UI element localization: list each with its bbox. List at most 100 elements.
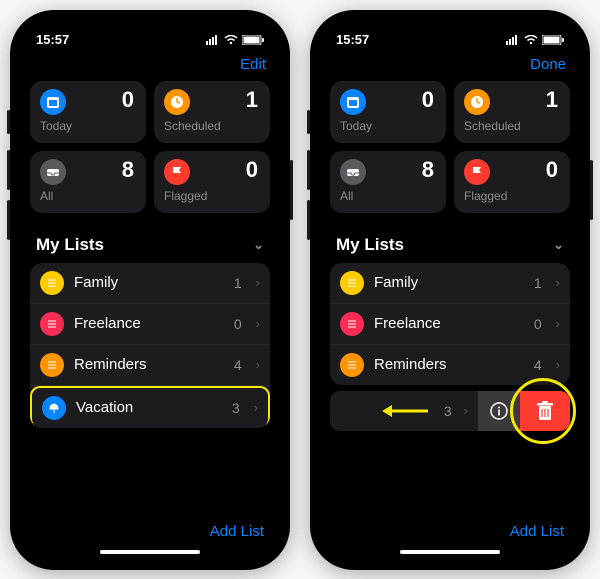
summary-today[interactable]: 0 Today: [330, 81, 446, 143]
chevron-right-icon: ›: [556, 357, 560, 372]
chevron-right-icon: ›: [254, 400, 258, 415]
list-item-count: 1: [234, 275, 242, 291]
flagged-count: 0: [546, 157, 558, 183]
list-item-vacation[interactable]: Vacation 3 ›: [30, 386, 270, 428]
list-bullet-icon: [340, 312, 364, 336]
list-item-count: 4: [534, 357, 542, 373]
inbox-icon: [340, 159, 366, 185]
arrow-left-icon: [382, 403, 430, 419]
list-item-count: 0: [234, 316, 242, 332]
flagged-label: Flagged: [164, 189, 260, 203]
list-bullet-icon: [40, 271, 64, 295]
list-item-label: Freelance: [374, 315, 524, 332]
phone-right: 15:57 Done 0 Today: [310, 10, 590, 570]
battery-icon: [242, 35, 264, 45]
section-title: My Lists: [36, 235, 104, 255]
vol-up: [7, 150, 10, 190]
list-item-freelance[interactable]: Freelance 0 ›: [30, 304, 270, 345]
inbox-icon: [40, 159, 66, 185]
list-item-label: Family: [374, 274, 524, 291]
list-item-count: 4: [234, 357, 242, 373]
flag-icon: [164, 159, 190, 185]
notch: [390, 20, 510, 42]
chevron-down-icon: ⌄: [553, 237, 564, 253]
list-bullet-icon: [340, 353, 364, 377]
vol-down: [7, 200, 10, 240]
list-item-label: Reminders: [374, 356, 524, 373]
my-lists-header[interactable]: My Lists ⌄: [30, 231, 270, 263]
vol-up: [307, 150, 310, 190]
list-item-label: Vacation: [76, 399, 222, 416]
edit-button[interactable]: Edit: [240, 56, 266, 73]
scheduled-label: Scheduled: [464, 119, 560, 133]
signal-icon: [206, 35, 220, 45]
calendar-icon: [40, 89, 66, 115]
summary-flagged[interactable]: 0 Flagged: [154, 151, 270, 213]
my-lists-header[interactable]: My Lists ⌄: [330, 231, 570, 263]
flagged-count: 0: [246, 157, 258, 183]
summary-flagged[interactable]: 0 Flagged: [454, 151, 570, 213]
umbrella-icon: [42, 396, 66, 420]
chevron-down-icon: ⌄: [253, 237, 264, 253]
clock-icon: [464, 89, 490, 115]
mute-switch: [307, 110, 310, 134]
add-list-button[interactable]: Add List: [510, 523, 564, 540]
list-item-label: Reminders: [74, 356, 224, 373]
notch: [90, 20, 210, 42]
section-title: My Lists: [336, 235, 404, 255]
all-label: All: [40, 189, 136, 203]
list-item-count: 0: [534, 316, 542, 332]
all-count: 8: [422, 157, 434, 183]
wifi-icon: [224, 35, 238, 45]
list-item-count: 3: [444, 403, 452, 419]
done-button[interactable]: Done: [530, 56, 566, 73]
phone-left: 15:57 Edit 0 Today: [10, 10, 290, 570]
add-list-button[interactable]: Add List: [210, 523, 264, 540]
chevron-right-icon: ›: [556, 275, 560, 290]
list-item-reminders[interactable]: Reminders 4 ›: [330, 345, 570, 385]
list-item-count: 3: [232, 400, 240, 416]
delete-button[interactable]: [520, 391, 570, 431]
summary-scheduled[interactable]: 1 Scheduled: [454, 81, 570, 143]
info-button[interactable]: [478, 391, 520, 431]
battery-icon: [542, 35, 564, 45]
summary-scheduled[interactable]: 1 Scheduled: [154, 81, 270, 143]
today-label: Today: [340, 119, 436, 133]
power-button: [290, 160, 293, 220]
list-bullet-icon: [40, 353, 64, 377]
chevron-right-icon: ›: [556, 316, 560, 331]
home-indicator[interactable]: [400, 550, 500, 554]
power-button: [590, 160, 593, 220]
home-indicator[interactable]: [100, 550, 200, 554]
swipe-row-vacation[interactable]: 3 ›: [330, 391, 570, 431]
summary-all[interactable]: 8 All: [330, 151, 446, 213]
vol-down: [307, 200, 310, 240]
scheduled-count: 1: [546, 87, 558, 113]
list-item-label: Family: [74, 274, 224, 291]
chevron-right-icon: ›: [256, 275, 260, 290]
list-item-reminders[interactable]: Reminders 4 ›: [30, 345, 270, 386]
clock-icon: [164, 89, 190, 115]
calendar-icon: [340, 89, 366, 115]
trash-icon: [535, 400, 555, 422]
scheduled-label: Scheduled: [164, 119, 260, 133]
today-count: 0: [122, 87, 134, 113]
list-item-family[interactable]: Family 1 ›: [330, 263, 570, 304]
list-item-freelance[interactable]: Freelance 0 ›: [330, 304, 570, 345]
today-label: Today: [40, 119, 136, 133]
chevron-right-icon: ›: [256, 357, 260, 372]
list-bullet-icon: [340, 271, 364, 295]
status-time: 15:57: [36, 32, 69, 47]
summary-today[interactable]: 0 Today: [30, 81, 146, 143]
status-time: 15:57: [336, 32, 369, 47]
list-item-count: 1: [534, 275, 542, 291]
signal-icon: [506, 35, 520, 45]
summary-all[interactable]: 8 All: [30, 151, 146, 213]
list-item-family[interactable]: Family 1 ›: [30, 263, 270, 304]
flag-icon: [464, 159, 490, 185]
list-bullet-icon: [40, 312, 64, 336]
chevron-right-icon: ›: [464, 403, 468, 418]
scheduled-count: 1: [246, 87, 258, 113]
flagged-label: Flagged: [464, 189, 560, 203]
mute-switch: [7, 110, 10, 134]
